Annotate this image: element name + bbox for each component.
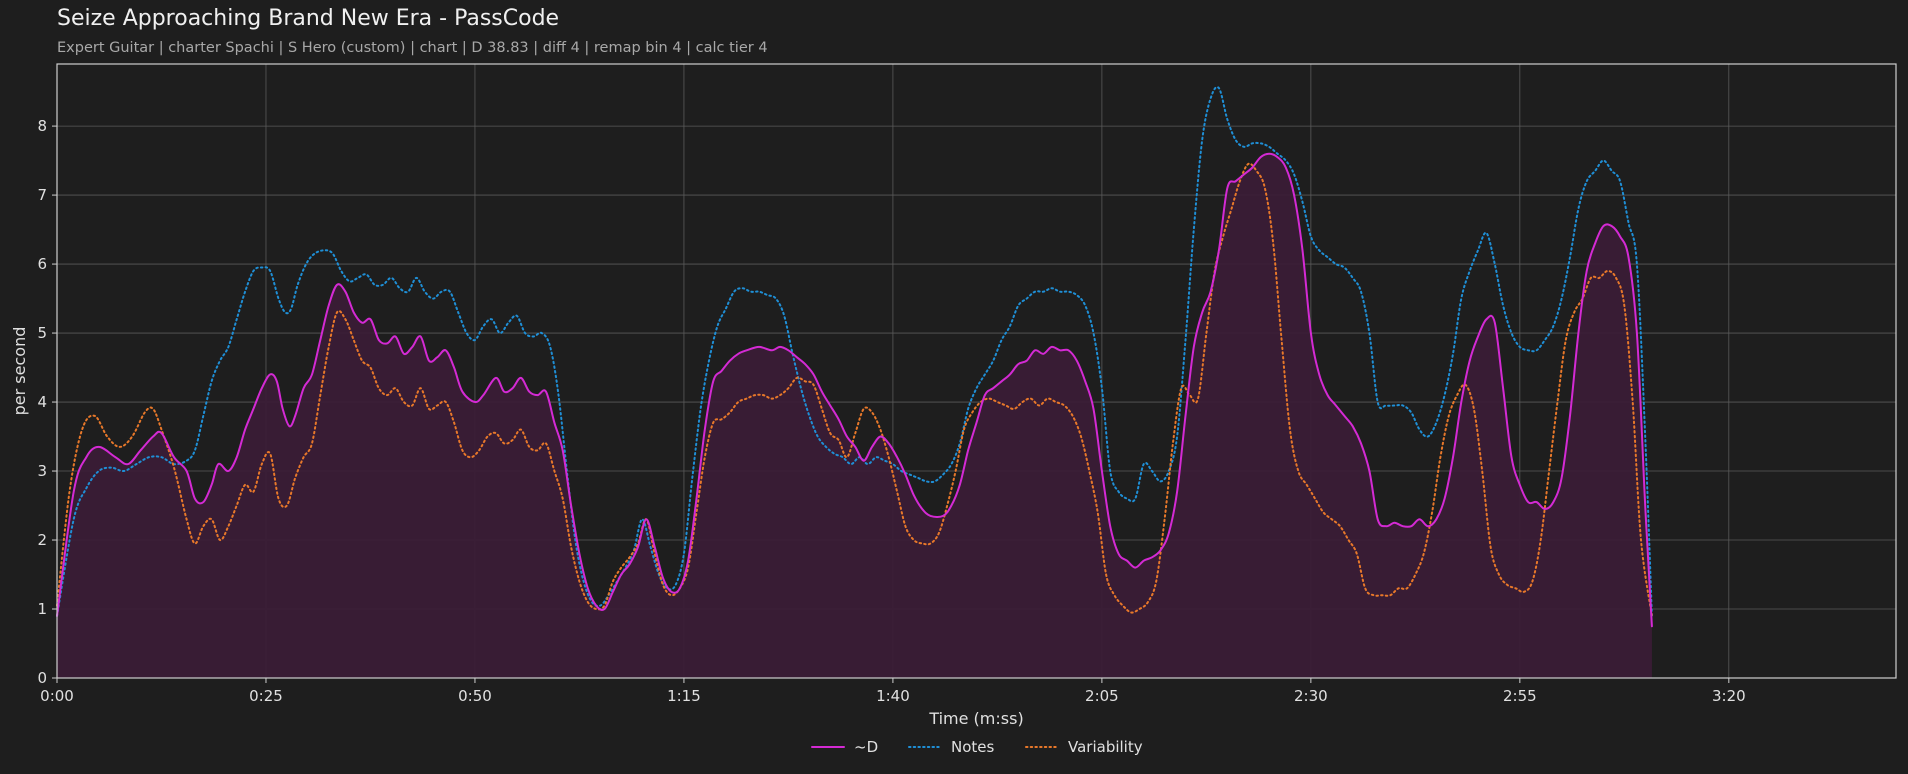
y-tick-label: 6 [37,255,47,273]
x-tick-label: 2:30 [1294,687,1328,705]
y-tick-label: 8 [37,117,47,135]
x-axis-label: Time (m:ss) [928,709,1023,728]
y-tick-label: 4 [37,393,47,411]
x-tick-label: 1:40 [876,687,910,705]
x-tick-label: 2:55 [1503,687,1537,705]
chart-canvas: 0:00 0:25 0:50 1:15 1:40 2:05 2:30 2:55 3:20 0 1 2 3… [10,63,1897,756]
y-tick-label: 5 [37,324,47,342]
x-tick-label: 2:05 [1085,687,1119,705]
y-tick-label: 2 [37,531,47,549]
x-tick-label: 0:25 [249,687,283,705]
y-axis-label: per second [10,327,29,416]
x-tick-label: 1:15 [667,687,701,705]
legend-label-0: ~D [854,738,878,756]
y-tick-label: 7 [37,186,47,204]
x-tick-label: 0:00 [40,687,74,705]
y-tick-label: 3 [37,462,47,480]
legend-label-2: Variability [1068,738,1143,756]
x-tick-label: 3:20 [1712,687,1746,705]
y-tick-label: 1 [37,600,47,618]
y-tick-label: 0 [37,669,47,687]
legend: ~D Notes Variability [811,738,1143,756]
legend-label-1: Notes [951,738,995,756]
x-tick-label: 0:50 [458,687,492,705]
